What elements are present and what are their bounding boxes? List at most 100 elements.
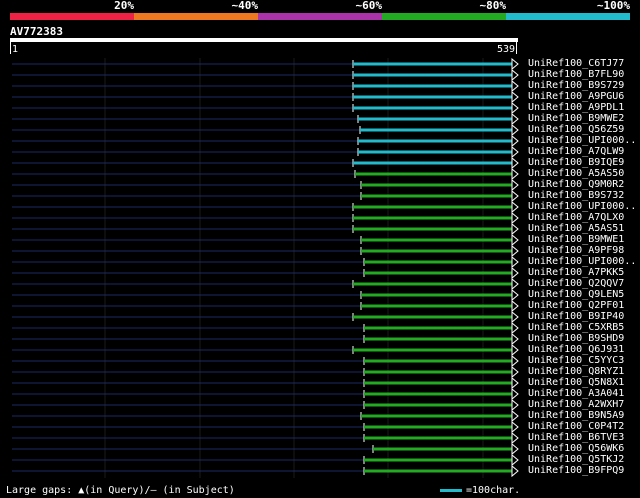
alignment-arrow (511, 420, 519, 434)
alignment-bar (353, 205, 512, 209)
alignment-bar (361, 238, 512, 242)
alignment-bar (361, 304, 512, 308)
alignment-bar (353, 216, 512, 220)
hit-label[interactable]: UniRef100_A3A041 (528, 388, 624, 399)
alignment-arrow (511, 244, 519, 258)
alignment-bar (364, 458, 512, 462)
hit-label[interactable]: UniRef100_Q8RYZ1 (528, 366, 624, 377)
alignment-arrow (511, 266, 519, 280)
hit-label[interactable]: UniRef100_Q2PF01 (528, 300, 624, 311)
hit-label[interactable]: UniRef100_B7FL90 (528, 69, 624, 80)
alignment-arrow (511, 464, 519, 478)
hit-label[interactable]: UniRef100_Q5N8X1 (528, 377, 624, 388)
hit-label[interactable]: UniRef100_B9IQE9 (528, 157, 624, 168)
hit-label[interactable]: UniRef100_B9IP40 (528, 311, 624, 322)
alignment-arrow (511, 57, 519, 71)
alignment-bar (364, 436, 512, 440)
scale-label: =100char. (466, 485, 521, 496)
alignment-bar (353, 227, 512, 231)
alignment-bar (353, 84, 512, 88)
alignment-arrow (511, 189, 519, 203)
alignment-bar (353, 73, 512, 77)
alignment-bar (364, 337, 512, 341)
hit-label[interactable]: UniRef100_A7QLX0 (528, 212, 624, 223)
hit-label[interactable]: UniRef100_UPI000.. (528, 135, 636, 146)
hit-label[interactable]: UniRef100_B9MWE1 (528, 234, 624, 245)
alignment-arrow (511, 354, 519, 368)
alignment-bar (364, 326, 512, 330)
alignment-arrow (511, 145, 519, 159)
alignment-arrow (511, 123, 519, 137)
hit-label[interactable]: UniRef100_C0P4T2 (528, 421, 624, 432)
alignment-bar (373, 447, 512, 451)
hit-label[interactable]: UniRef100_UPI000.. (528, 201, 636, 212)
alignment-arrow (511, 134, 519, 148)
alignment-arrow (511, 68, 519, 82)
alignment-bar (364, 260, 512, 264)
hit-label[interactable]: UniRef100_A7QLW9 (528, 146, 624, 157)
alignment-arrow (511, 255, 519, 269)
alignment-arrow (511, 321, 519, 335)
gap-legend: Large gaps: ▲(in Query)/— (in Subject) (6, 485, 235, 496)
alignment-arrow (511, 211, 519, 225)
hit-label[interactable]: UniRef100_A9PGU6 (528, 91, 624, 102)
alignment-arrow (511, 233, 519, 247)
alignment-bar (364, 381, 512, 385)
alignment-arrow (511, 101, 519, 115)
hit-label[interactable]: UniRef100_A5AS50 (528, 168, 624, 179)
hit-label[interactable]: UniRef100_B6TVE3 (528, 432, 624, 443)
hit-label[interactable]: UniRef100_B9S732 (528, 190, 624, 201)
alignment-arrow (511, 90, 519, 104)
alignment-arrow (511, 288, 519, 302)
alignment-arrow (511, 409, 519, 423)
alignment-arrow (511, 310, 519, 324)
alignment-arrow (511, 431, 519, 445)
alignment-arrow (511, 442, 519, 456)
hit-label[interactable]: UniRef100_Q6J931 (528, 344, 624, 355)
hit-label[interactable]: UniRef100_B9MWE2 (528, 113, 624, 124)
hit-label[interactable]: UniRef100_B9FPQ9 (528, 465, 624, 476)
alignment-bar (355, 172, 512, 176)
hit-label[interactable]: UniRef100_Q9LEN5 (528, 289, 624, 300)
hit-label[interactable]: UniRef100_Q56WK6 (528, 443, 624, 454)
hit-label[interactable]: UniRef100_B9N5A9 (528, 410, 624, 421)
hit-label[interactable]: UniRef100_B9S729 (528, 80, 624, 91)
hit-label[interactable]: UniRef100_B9SHD9 (528, 333, 624, 344)
hit-label[interactable]: UniRef100_UPI000.. (528, 256, 636, 267)
alignment-bar (358, 150, 512, 154)
hit-label[interactable]: UniRef100_Q5TKJ2 (528, 454, 624, 465)
alignment-bar (353, 106, 512, 110)
alignment-bar (358, 117, 512, 121)
alignment-bar (353, 282, 512, 286)
alignment-arrow (511, 200, 519, 214)
alignment-arrow (511, 376, 519, 390)
hit-label[interactable]: UniRef100_A9PDL1 (528, 102, 624, 113)
alignment-arrow (511, 299, 519, 313)
alignment-bar (364, 392, 512, 396)
alignment-arrow (511, 156, 519, 170)
alignment-arrow (511, 178, 519, 192)
hit-label[interactable]: UniRef100_Q56Z59 (528, 124, 624, 135)
hit-label[interactable]: UniRef100_A7PKK5 (528, 267, 624, 278)
alignment-bar (353, 315, 512, 319)
hit-label[interactable]: UniRef100_A9PF98 (528, 245, 624, 256)
alignment-bar (358, 139, 512, 143)
hit-label[interactable]: UniRef100_A2WXH7 (528, 399, 624, 410)
hit-label[interactable]: UniRef100_C6TJ77 (528, 58, 624, 69)
hit-label[interactable]: UniRef100_C5XRB5 (528, 322, 624, 333)
alignment-arrow (511, 332, 519, 346)
alignment-arrow (511, 277, 519, 291)
alignment-bar (361, 183, 512, 187)
hit-label[interactable]: UniRef100_C5YYC3 (528, 355, 624, 366)
hit-label[interactable]: UniRef100_A5AS51 (528, 223, 624, 234)
alignment-bar (364, 359, 512, 363)
alignment-arrow (511, 79, 519, 93)
hit-label[interactable]: UniRef100_Q2QQV7 (528, 278, 624, 289)
alignment-arrow (511, 222, 519, 236)
alignment-bar (361, 249, 512, 253)
hit-label[interactable]: UniRef100_Q9M0R2 (528, 179, 624, 190)
alignment-bar (353, 161, 512, 165)
alignment-bar (353, 62, 512, 66)
alignment-bar (361, 293, 512, 297)
alignment-arrow (511, 453, 519, 467)
